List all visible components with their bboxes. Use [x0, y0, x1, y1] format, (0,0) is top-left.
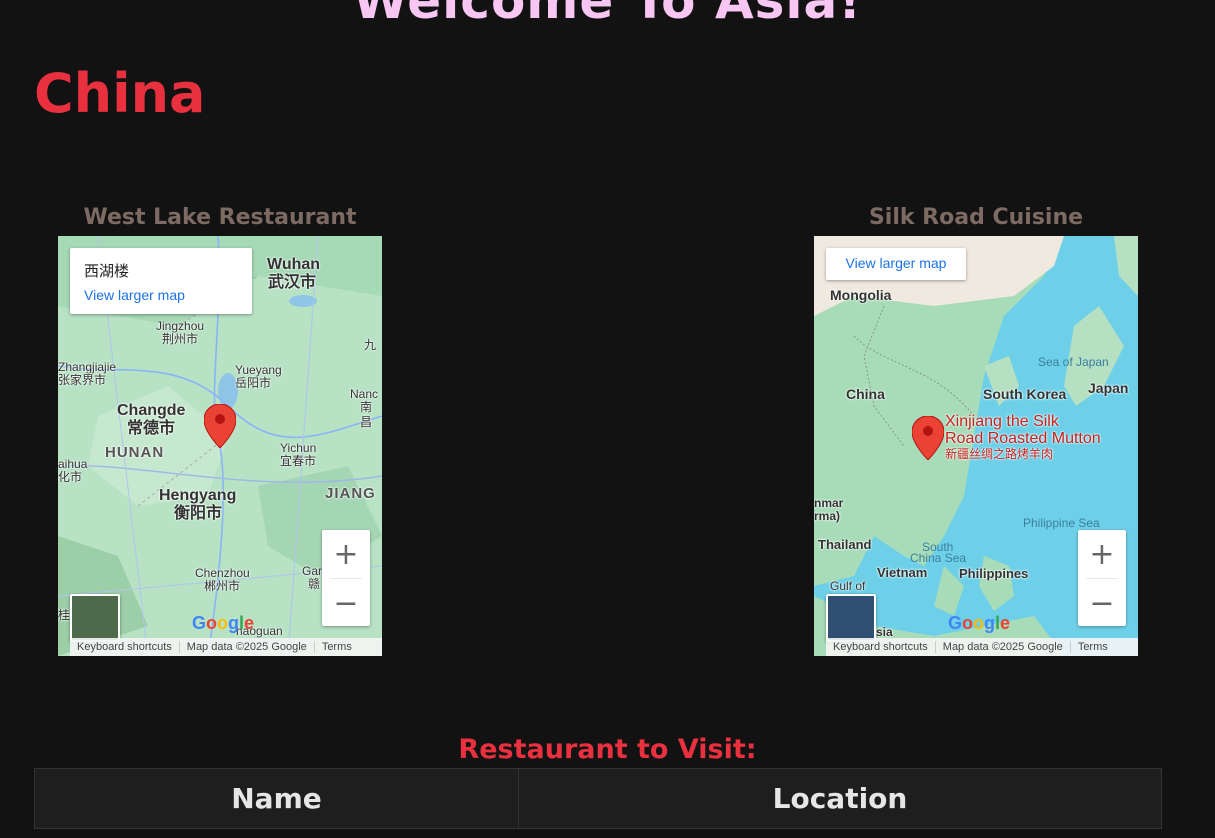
map-label: Hengyang: [159, 487, 237, 504]
map-label: JIANG: [325, 485, 376, 502]
map-place-title: 西湖楼: [84, 263, 130, 280]
map-label: 岳阳市: [235, 376, 272, 390]
map-label: Japan: [1088, 380, 1129, 396]
restaurant-name: West Lake Restaurant: [83, 205, 357, 230]
map-label: Gulf of: [830, 579, 866, 593]
map-label: Philippine Sea: [1023, 516, 1100, 530]
map-label: Sea of Japan: [1038, 355, 1109, 369]
map-data-text: Map data ©2025 Google: [936, 641, 1071, 653]
map-data-text: Map data ©2025 Google: [180, 641, 315, 653]
zoom-in-button[interactable]: +: [322, 530, 370, 578]
google-logo: Google: [192, 613, 255, 633]
zoom-out-button[interactable]: −: [322, 579, 370, 627]
table-caption: Restaurant to Visit:: [458, 734, 757, 765]
map-label: China Sea: [910, 551, 967, 565]
map-label: Changde: [117, 402, 186, 419]
map-label: 南昌: [360, 400, 373, 429]
table-header-name: Name: [35, 769, 519, 828]
restaurant-card-silk-road: Silk Road Cuisine View larger map Mongol…: [814, 204, 1138, 656]
map-label: Mongolia: [830, 287, 892, 303]
zoom-in-button[interactable]: +: [1078, 530, 1126, 578]
restaurant-card-west-lake: West Lake Restaurant 西湖楼 View larger map…: [58, 204, 382, 656]
page-title: Welcome To Asia!: [352, 0, 863, 30]
map-place-card: View larger map: [826, 248, 966, 280]
map-label: Vietnam: [877, 565, 928, 580]
satellite-layer-button[interactable]: [70, 594, 120, 642]
map-label: HUNAN: [105, 444, 165, 461]
google-logo: Google: [948, 613, 1011, 633]
map-place-card: 西湖楼 View larger map: [70, 248, 252, 314]
map-label: 常德市: [127, 420, 176, 437]
map-label: 衡阳市: [174, 505, 223, 522]
view-larger-map-link[interactable]: View larger map: [84, 287, 238, 303]
keyboard-shortcuts-link[interactable]: Keyboard shortcuts: [70, 641, 180, 653]
map-label: 荆州市: [162, 332, 199, 346]
zoom-controls: + −: [1078, 530, 1126, 626]
terms-link[interactable]: Terms: [315, 641, 359, 653]
map-place-label: Xinjiang the Silk: [945, 413, 1059, 430]
map-pin-icon[interactable]: [912, 416, 944, 460]
restaurant-name: Silk Road Cuisine: [868, 205, 1084, 230]
terms-link[interactable]: Terms: [1071, 641, 1115, 653]
country-heading: China: [34, 62, 206, 125]
map-label: 武汉市: [268, 274, 317, 291]
restaurant-table: Name Location: [34, 768, 1162, 829]
map-label: South Korea: [983, 386, 1067, 402]
map-label: Wuhan: [267, 256, 321, 273]
zoom-out-button[interactable]: −: [1078, 579, 1126, 627]
map-label: China: [846, 386, 885, 402]
map-label: 化市: [58, 470, 83, 484]
map-label: Philippines: [959, 566, 1029, 581]
view-larger-map-link[interactable]: View larger map: [826, 255, 966, 271]
map-label: 桂: [58, 608, 71, 622]
map-label: 张家界市: [58, 373, 107, 387]
satellite-layer-button[interactable]: [826, 594, 876, 642]
map-label: 宜春市: [280, 454, 317, 468]
table-header-location: Location: [772, 782, 908, 815]
map-attribution-bar: Keyboard shortcuts Map data ©2025 Google…: [70, 638, 382, 656]
embedded-map[interactable]: 西湖楼 View larger map Wuhan 武汉市 Jingzhou 荆…: [58, 236, 382, 656]
map-label: Thailand: [818, 537, 872, 552]
keyboard-shortcuts-link[interactable]: Keyboard shortcuts: [826, 641, 936, 653]
zoom-controls: + −: [322, 530, 370, 626]
map-place-label: 新疆丝绸之路烤羊肉: [945, 447, 1054, 461]
map-label: 郴州市: [204, 579, 241, 593]
map-label: 赣: [308, 577, 321, 591]
embedded-map[interactable]: View larger map Mongolia Sea of Japan Ch…: [814, 236, 1138, 656]
map-label: 九: [364, 338, 377, 352]
map-place-label: Road Roasted Mutton: [945, 430, 1101, 447]
map-pin-icon[interactable]: [204, 404, 236, 448]
map-attribution-bar: Keyboard shortcuts Map data ©2025 Google…: [826, 638, 1138, 656]
map-label: rma): [814, 509, 841, 523]
